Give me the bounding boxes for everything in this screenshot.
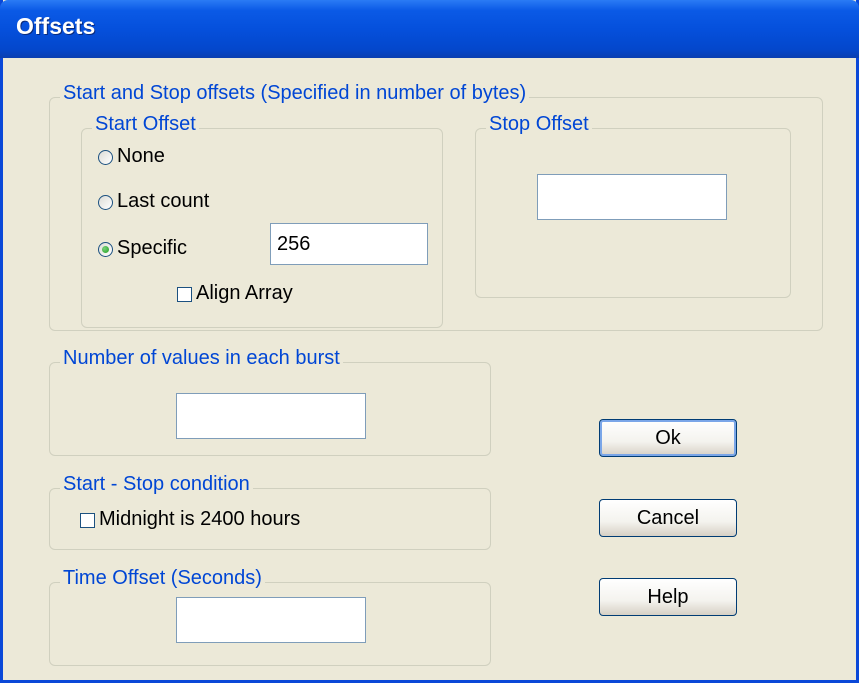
- midnight-label: Midnight is 2400 hours: [99, 508, 301, 530]
- offsets-dialog: Offsets Start and Stop offsets (Specifie…: [0, 0, 859, 683]
- start-stop-condition-legend: Start - Stop condition: [60, 473, 253, 496]
- start-stop-condition-group: Start - Stop condition Midnight is 2400 …: [49, 473, 491, 550]
- radio-selected-dot: [102, 246, 109, 253]
- time-offset-input[interactable]: [176, 597, 366, 643]
- radio-last-count-label: Last count: [117, 190, 210, 212]
- stop-offset-legend: Stop Offset: [486, 113, 592, 136]
- radio-last-count-circle[interactable]: [98, 195, 113, 210]
- start-stop-offsets-legend: Start and Stop offsets (Specified in num…: [60, 82, 530, 105]
- start-stop-offsets-group: Start and Stop offsets (Specified in num…: [49, 82, 823, 331]
- ok-button[interactable]: Ok: [599, 419, 737, 457]
- stop-offset-input[interactable]: [537, 174, 727, 220]
- radio-specific-circle[interactable]: [98, 242, 113, 257]
- start-offset-group: Start Offset None Last count Specific Al…: [81, 113, 443, 328]
- align-array-label: Align Array: [196, 282, 293, 304]
- stop-offset-group: Stop Offset: [475, 113, 791, 298]
- cancel-button[interactable]: Cancel: [599, 499, 737, 537]
- burst-legend: Number of values in each burst: [60, 347, 343, 370]
- time-offset-group: Time Offset (Seconds): [49, 567, 491, 666]
- specific-offset-input[interactable]: [270, 223, 428, 265]
- burst-values-input[interactable]: [176, 393, 366, 439]
- midnight-box[interactable]: [80, 513, 95, 528]
- radio-none-circle[interactable]: [98, 150, 113, 165]
- time-offset-legend: Time Offset (Seconds): [60, 567, 265, 590]
- title-bar[interactable]: Offsets: [0, 0, 859, 58]
- burst-group: Number of values in each burst: [49, 347, 491, 456]
- help-button[interactable]: Help: [599, 578, 737, 616]
- align-array-box[interactable]: [177, 287, 192, 302]
- radio-none-label: None: [117, 145, 165, 167]
- start-offset-legend: Start Offset: [92, 113, 199, 136]
- radio-specific-label: Specific: [117, 237, 188, 259]
- window-title: Offsets: [16, 13, 96, 39]
